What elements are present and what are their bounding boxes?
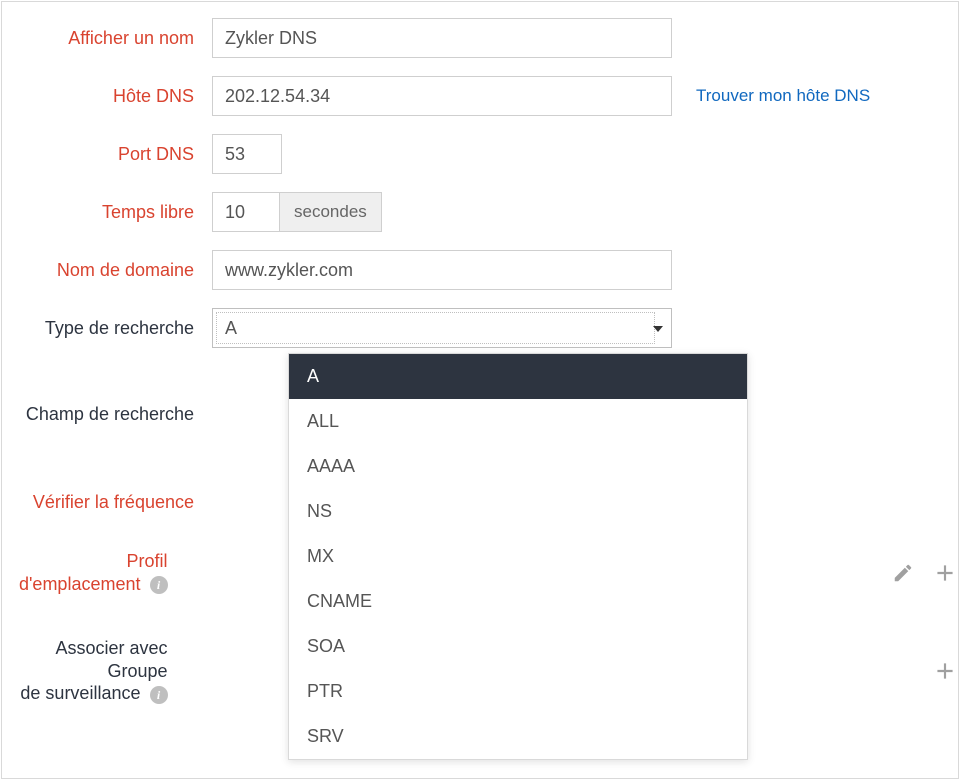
label-monitor-group-l2: Groupe bbox=[107, 661, 167, 681]
label-dns-host: Hôte DNS bbox=[2, 85, 212, 108]
lookup-type-option-all[interactable]: ALL bbox=[289, 399, 747, 444]
find-my-dns-link[interactable]: Trouver mon hôte DNS bbox=[696, 86, 870, 106]
lookup-type-option-mx[interactable]: MX bbox=[289, 534, 747, 579]
display-name-input[interactable] bbox=[212, 18, 672, 58]
label-monitor-group-l3: de surveillance bbox=[20, 683, 140, 703]
timeout-unit-label: secondes bbox=[280, 192, 382, 232]
dns-host-input[interactable] bbox=[212, 76, 672, 116]
label-search-field: Champ de recherche bbox=[2, 403, 212, 426]
info-icon[interactable]: i bbox=[150, 686, 168, 704]
row-timeout: Temps libre secondes bbox=[2, 192, 958, 232]
lookup-type-option-cname[interactable]: CNAME bbox=[289, 579, 747, 624]
label-monitor-group-l1: Associer avec bbox=[55, 638, 167, 658]
lookup-type-selected-value: A bbox=[225, 318, 237, 339]
label-monitor-group: Associer avec Groupe de surveillance i bbox=[2, 637, 186, 705]
label-location-profile: Profil d'emplacement i bbox=[2, 550, 186, 595]
label-display-name: Afficher un nom bbox=[2, 27, 212, 50]
plus-icon[interactable] bbox=[932, 560, 958, 586]
label-location-profile-l2: d'emplacement bbox=[19, 574, 141, 594]
domain-name-input[interactable] bbox=[212, 250, 672, 290]
lookup-type-dropdown: A ALL AAAA NS MX CNAME SOA PTR SRV bbox=[288, 353, 748, 760]
row-lookup-type: Type de recherche A bbox=[2, 308, 958, 348]
lookup-type-option-aaaa[interactable]: AAAA bbox=[289, 444, 747, 489]
select-focus-ring bbox=[216, 312, 655, 344]
lookup-type-select[interactable]: A bbox=[212, 308, 672, 348]
row-display-name: Afficher un nom bbox=[2, 18, 958, 58]
row-dns-port: Port DNS bbox=[2, 134, 958, 174]
lookup-type-option-a[interactable]: A bbox=[289, 354, 747, 399]
lookup-type-option-srv[interactable]: SRV bbox=[289, 714, 747, 759]
pencil-icon[interactable] bbox=[892, 562, 914, 584]
label-lookup-type: Type de recherche bbox=[2, 317, 212, 340]
timeout-input[interactable] bbox=[212, 192, 280, 232]
lookup-type-option-ns[interactable]: NS bbox=[289, 489, 747, 534]
plus-icon[interactable] bbox=[932, 658, 958, 684]
row-domain-name: Nom de domaine bbox=[2, 250, 958, 290]
dns-port-input[interactable] bbox=[212, 134, 282, 174]
lookup-type-option-soa[interactable]: SOA bbox=[289, 624, 747, 669]
info-icon[interactable]: i bbox=[150, 576, 168, 594]
label-location-profile-l1: Profil bbox=[126, 551, 167, 571]
row-dns-host: Hôte DNS Trouver mon hôte DNS bbox=[2, 76, 958, 116]
label-domain-name: Nom de domaine bbox=[2, 259, 212, 282]
label-dns-port: Port DNS bbox=[2, 143, 212, 166]
label-timeout: Temps libre bbox=[2, 201, 212, 224]
label-check-frequency: Vérifier la fréquence bbox=[2, 491, 212, 514]
lookup-type-option-ptr[interactable]: PTR bbox=[289, 669, 747, 714]
